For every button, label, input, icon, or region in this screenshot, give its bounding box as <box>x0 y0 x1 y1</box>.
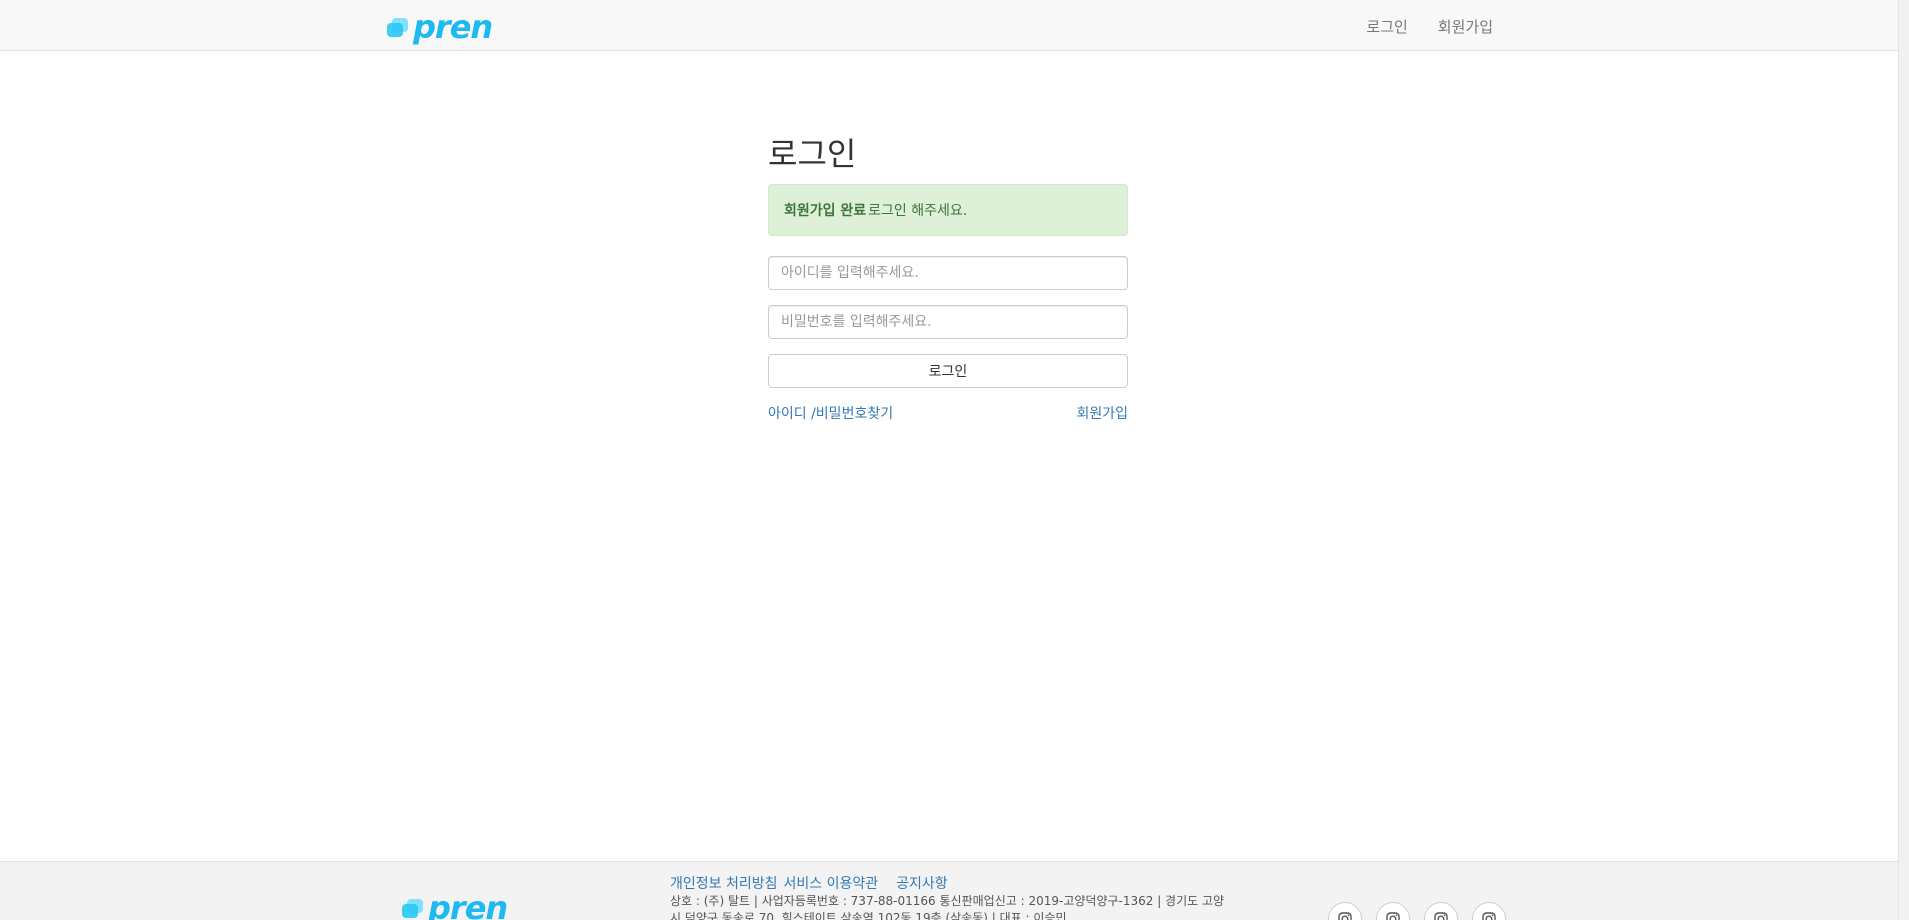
signup-link[interactable]: 회원가입 <box>1076 403 1128 423</box>
alert-text: 로그인 해주세요. <box>868 203 968 219</box>
nav-links: 로그인 회원가입 <box>1366 16 1493 37</box>
company-info-line-2: 시 덕양구 동송로 70, 힐스테이트 삼송역 102동 19층 (삼송동) |… <box>670 911 1067 920</box>
footer: pren 개인정보 처리방침 서비스 이용약관 공지사항 상호 : (주) 탈트… <box>0 861 1898 920</box>
login-panel: 로그인 회원가입 완료 로그인 해주세요. 로그인 아이디 /비밀번호찾기 회원… <box>768 138 1128 423</box>
company-info: 상호 : (주) 탈트 | 사업자등록번호 : 737-88-01166 통신판… <box>670 893 1230 920</box>
top-navbar: pren 로그인 회원가입 <box>0 0 1898 51</box>
instagram-icon[interactable] <box>1472 902 1506 920</box>
page-title: 로그인 <box>768 135 857 173</box>
instagram-icon[interactable] <box>1424 902 1458 920</box>
nav-signup-link[interactable]: 회원가입 <box>1438 16 1493 37</box>
footer-logo-wordmark: pren <box>428 889 508 920</box>
footer-logo-mark-icon <box>400 896 424 920</box>
terms-link[interactable]: 서비스 이용약관 <box>784 873 879 893</box>
social-links <box>1328 902 1506 920</box>
instagram-icon[interactable] <box>1328 902 1362 920</box>
logo-mark-icon <box>385 15 409 39</box>
login-button[interactable]: 로그인 <box>768 354 1128 388</box>
auth-links: 아이디 /비밀번호찾기 회원가입 <box>768 403 1128 423</box>
nav-login-link[interactable]: 로그인 <box>1366 16 1407 37</box>
brand-logo[interactable]: pren <box>385 8 493 46</box>
instagram-icon[interactable] <box>1376 902 1410 920</box>
alert-strong-text: 회원가입 완료 <box>784 203 867 219</box>
company-info-line-1: 상호 : (주) 탈트 | 사업자등록번호 : 737-88-01166 통신판… <box>670 894 1225 908</box>
success-alert: 회원가입 완료 로그인 해주세요. <box>768 184 1128 236</box>
privacy-policy-link[interactable]: 개인정보 처리방침 <box>670 873 778 893</box>
scrollbar[interactable] <box>1898 0 1909 920</box>
id-input[interactable] <box>768 256 1128 290</box>
footer-links: 개인정보 처리방침 서비스 이용약관 공지사항 <box>670 873 948 893</box>
password-input[interactable] <box>768 305 1128 339</box>
footer-logo[interactable]: pren <box>400 889 508 920</box>
notice-link[interactable]: 공지사항 <box>896 873 948 893</box>
find-account-link[interactable]: 아이디 /비밀번호찾기 <box>768 403 893 423</box>
logo-wordmark: pren <box>413 8 493 46</box>
